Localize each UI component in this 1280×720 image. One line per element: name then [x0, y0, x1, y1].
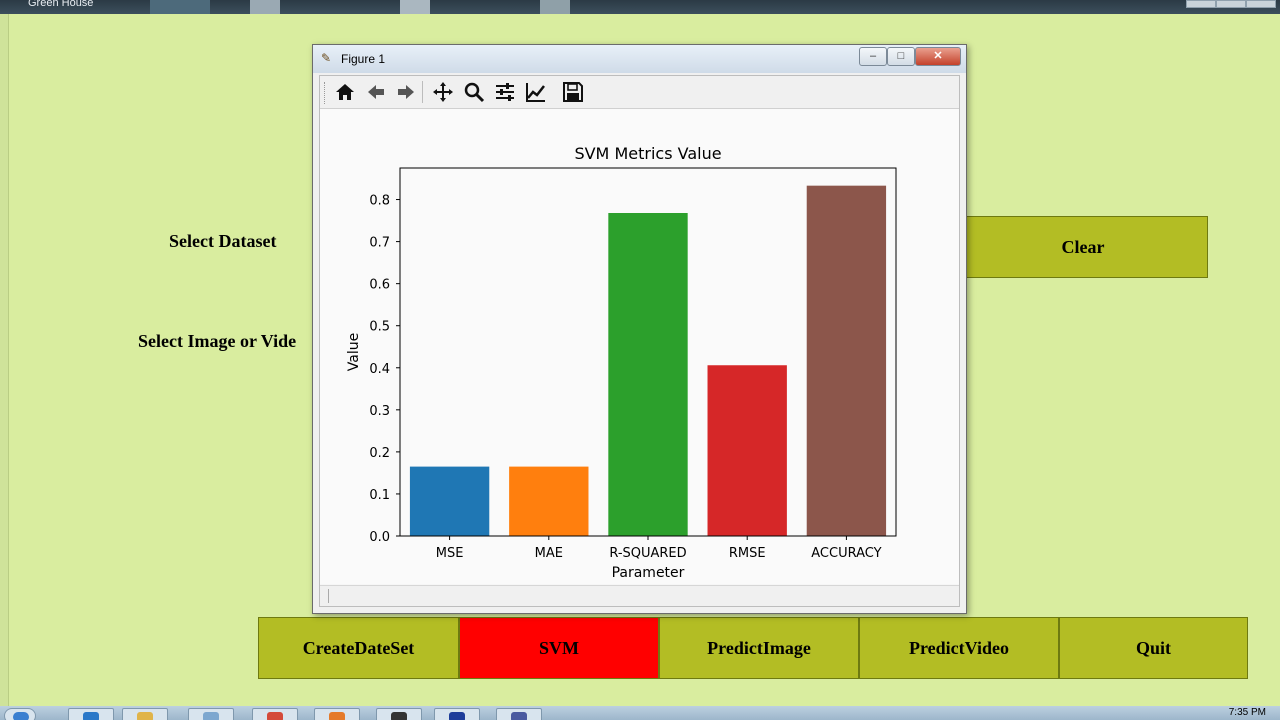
taskbar: 7:35 PM — [0, 706, 1280, 720]
figure-content: SVM Metrics Value MSE MAE R-SQUARED RMSE ACCU… — [319, 75, 960, 607]
select-image-video-label: Select Image or Vide — [138, 331, 297, 351]
bar-rmse — [707, 365, 787, 536]
y-tick-label: 0.6 — [369, 278, 390, 293]
pan-icon[interactable] — [430, 80, 456, 104]
toolbar-separator — [422, 81, 423, 103]
bar-mse — [409, 466, 490, 536]
figure-canvas[interactable]: SVM Metrics Value MSE MAE R-SQUARED RMSE ACCU… — [320, 109, 959, 584]
x-tick-label: ACCURACY — [811, 546, 881, 561]
matplotlib-app-icon: ✎ — [321, 51, 332, 65]
titlebar-decoration — [250, 0, 280, 14]
matplotlib-toolbar — [320, 76, 959, 109]
subplots-icon[interactable] — [492, 80, 518, 104]
taskbar-firefox-icon[interactable] — [314, 708, 360, 720]
main-minimize-button[interactable] — [1186, 0, 1216, 8]
taskbar-feather-icon[interactable] — [496, 708, 542, 720]
minimize-button[interactable]: – — [859, 47, 887, 66]
close-button[interactable]: ✕ — [915, 47, 961, 66]
back-arrow-icon[interactable] — [363, 80, 389, 104]
create-dataset-button[interactable]: CreateDateSet — [258, 617, 459, 679]
y-tick-label: 0.3 — [369, 404, 390, 419]
taskbar-app-icon[interactable] — [188, 708, 234, 720]
bar-mae — [509, 466, 589, 536]
x-tick-label: R-SQUARED — [609, 546, 686, 561]
chart-title: SVM Metrics Value — [574, 144, 721, 163]
taskbar-explorer-icon[interactable] — [122, 708, 168, 720]
figure-statusbar — [320, 585, 959, 606]
taskbar-chrome-icon[interactable] — [252, 708, 298, 720]
taskbar-ie-icon[interactable] — [68, 708, 114, 720]
x-tick-label: RMSE — [729, 546, 766, 561]
predict-video-button[interactable]: PredictVideo — [859, 617, 1059, 679]
x-tick-label: MSE — [436, 546, 464, 561]
bar-chart: SVM Metrics Value MSE MAE R-SQUARED RMSE ACCU… — [346, 144, 897, 581]
x-axis-label: Parameter — [612, 565, 685, 581]
quit-button[interactable]: Quit — [1059, 617, 1248, 679]
clear-button[interactable]: Clear — [958, 216, 1208, 278]
forward-arrow-icon[interactable] — [393, 80, 419, 104]
maximize-button[interactable]: □ — [887, 47, 915, 66]
taskbar-terminal-icon[interactable] — [376, 708, 422, 720]
main-close-button[interactable] — [1246, 0, 1276, 8]
titlebar-decoration — [540, 0, 570, 14]
x-tick-label: MAE — [535, 546, 563, 561]
y-tick-label: 0.1 — [369, 488, 390, 503]
main-window-titlebar: Green House — [0, 0, 1280, 14]
statusbar-separator — [328, 589, 329, 603]
main-maximize-button[interactable] — [1216, 0, 1246, 8]
zoom-icon[interactable] — [461, 80, 487, 104]
bar-r-squared — [608, 213, 688, 536]
figure-window: ✎ Figure 1 – □ ✕ SVM Metrics Value MSE M… — [312, 44, 967, 614]
bar-accuracy — [806, 185, 887, 536]
taskbar-clock: 7:35 PM — [1228, 707, 1266, 718]
svm-button[interactable]: SVM — [459, 617, 659, 679]
y-tick-label: 0.0 — [369, 530, 390, 545]
y-tick-label: 0.7 — [369, 236, 390, 251]
home-icon[interactable] — [332, 80, 358, 104]
y-tick-label: 0.4 — [369, 362, 390, 377]
window-border — [0, 14, 9, 706]
titlebar-decoration — [150, 0, 210, 14]
select-dataset-label: Select Dataset — [169, 231, 277, 251]
titlebar-decoration — [400, 0, 430, 14]
y-tick-label: 0.8 — [369, 194, 390, 209]
predict-image-button[interactable]: PredictImage — [659, 617, 859, 679]
start-button[interactable] — [4, 708, 36, 720]
figure-titlebar[interactable]: ✎ Figure 1 – □ ✕ — [313, 45, 966, 73]
save-icon[interactable] — [560, 80, 586, 104]
taskbar-python-icon[interactable] — [434, 708, 480, 720]
y-tick-label: 0.2 — [369, 446, 390, 461]
toolbar-grip — [324, 82, 327, 104]
y-tick-label: 0.5 — [369, 320, 390, 335]
main-window-title: Green House — [28, 0, 94, 9]
figure-title: Figure 1 — [341, 52, 386, 66]
axes-edit-icon[interactable] — [523, 80, 549, 104]
y-axis-label: Value — [346, 333, 362, 371]
